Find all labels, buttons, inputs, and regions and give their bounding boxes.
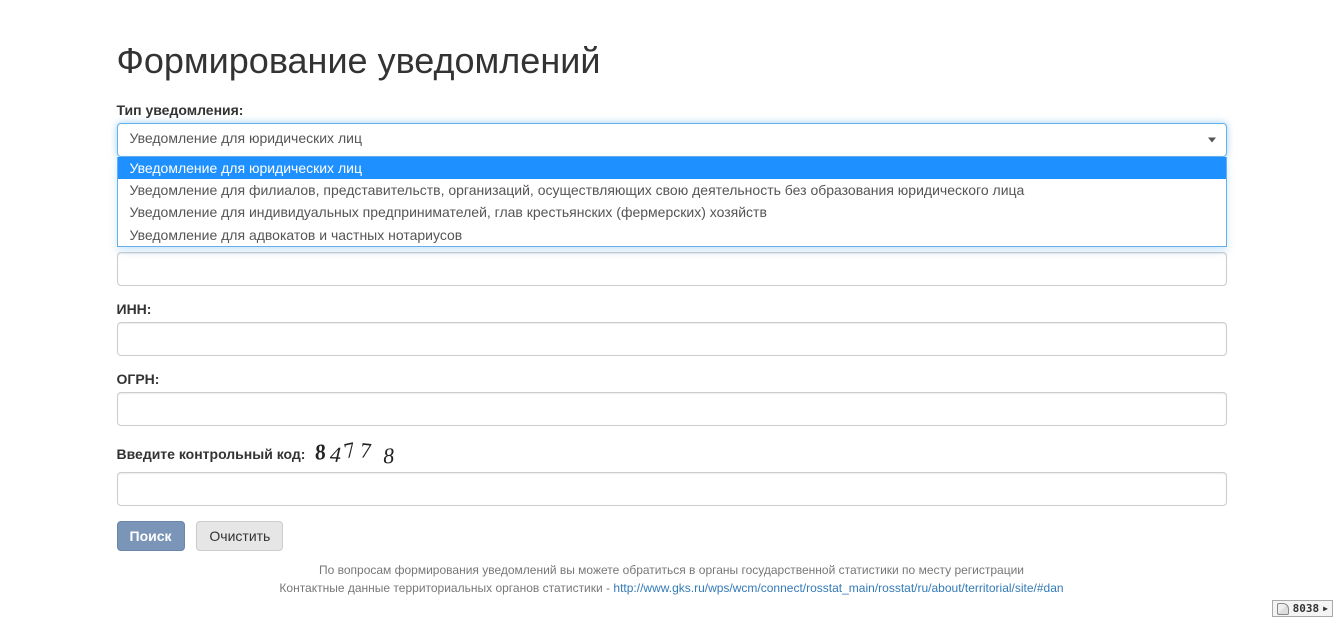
- ogrn-input[interactable]: [117, 392, 1227, 426]
- counter-widget: 8038▶: [1272, 600, 1333, 617]
- counter-arrow-icon: ▶: [1323, 604, 1328, 613]
- type-option[interactable]: Уведомление для индивидуальных предприни…: [118, 201, 1226, 223]
- type-option[interactable]: Уведомление для юридических лиц: [118, 157, 1226, 179]
- footer-line2: Контактные данные территориальных органо…: [117, 579, 1227, 597]
- type-label: Тип уведомления:: [117, 102, 244, 118]
- footer: По вопросам формирования уведомлений вы …: [117, 561, 1227, 597]
- type-select-value: Уведомление для юридических лиц: [130, 130, 362, 146]
- ogrn-label: ОГРН:: [117, 371, 160, 387]
- counter-value: 8038: [1293, 602, 1320, 615]
- type-option[interactable]: Уведомление для адвокатов и частных нота…: [118, 224, 1226, 246]
- type-select[interactable]: Уведомление для юридических лиц: [117, 123, 1227, 157]
- captcha-input[interactable]: [117, 472, 1227, 506]
- page-title: Формирование уведомлений: [117, 40, 1227, 82]
- inn-label: ИНН:: [117, 301, 152, 317]
- captcha-image: 84778: [315, 441, 398, 467]
- clear-button[interactable]: Очистить: [196, 521, 283, 551]
- type-option[interactable]: Уведомление для филиалов, представительс…: [118, 179, 1226, 201]
- footer-link[interactable]: http://www.gks.ru/wps/wcm/connect/rossta…: [613, 581, 1063, 595]
- type-dropdown: Уведомление для юридических лиц Уведомле…: [117, 157, 1227, 247]
- captcha-label: Введите контрольный код:: [117, 446, 306, 462]
- inn-input[interactable]: [117, 322, 1227, 356]
- footer-line1: По вопросам формирования уведомлений вы …: [117, 561, 1227, 579]
- hidden-input[interactable]: [117, 252, 1227, 286]
- counter-icon: [1277, 603, 1289, 615]
- search-button[interactable]: Поиск: [117, 521, 185, 551]
